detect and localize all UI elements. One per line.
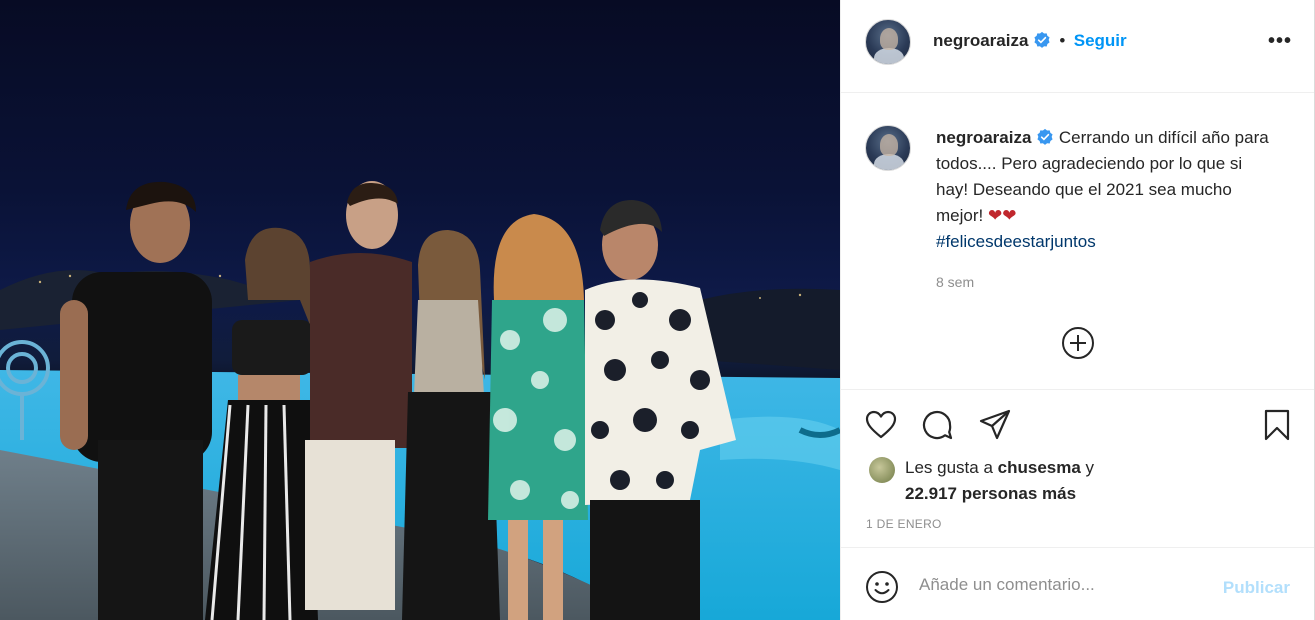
- family-photo-illustration: [0, 181, 840, 620]
- post-details-panel: negroaraiza • Seguir ••• negroaraiza Cer…: [840, 0, 1315, 620]
- caption: negroaraiza Cerrando un difícil año para…: [936, 125, 1276, 255]
- comment-icon[interactable]: [920, 408, 954, 442]
- likes-conjunction: y: [1085, 458, 1095, 477]
- post-header: negroaraiza • Seguir •••: [841, 0, 1314, 93]
- comment-input[interactable]: [919, 570, 1209, 600]
- publish-button[interactable]: Publicar: [1223, 578, 1290, 598]
- verified-badge-icon: [1037, 128, 1053, 145]
- caption-hearts: ❤❤: [987, 206, 1017, 225]
- share-icon[interactable]: [978, 408, 1012, 442]
- caption-author-username[interactable]: negroaraiza: [936, 128, 1031, 147]
- likes-summary: Les gusta a chusesma y 22.917 personas m…: [869, 455, 1094, 507]
- liker-username[interactable]: chusesma: [998, 458, 1081, 477]
- header-meta: negroaraiza • Seguir: [933, 31, 1127, 51]
- author-avatar[interactable]: [865, 19, 911, 65]
- caption-author-avatar[interactable]: [865, 125, 911, 171]
- heart-icon[interactable]: [864, 408, 898, 442]
- post-photo[interactable]: [0, 0, 840, 620]
- post-date[interactable]: 1 DE ENERO: [866, 517, 942, 531]
- author-username[interactable]: negroaraiza: [933, 31, 1028, 50]
- emoji-icon[interactable]: [865, 570, 899, 604]
- likes-count[interactable]: 22.917 personas más: [905, 484, 1076, 503]
- caption-hashtag[interactable]: #felicesdeestarjuntos: [936, 232, 1096, 251]
- load-more-comments-icon[interactable]: [1061, 326, 1095, 360]
- liker-avatar[interactable]: [869, 457, 895, 483]
- verified-badge-icon: [1034, 31, 1050, 48]
- comments-section: negroaraiza Cerrando un difícil año para…: [841, 93, 1314, 390]
- post-actions: Les gusta a chusesma y 22.917 personas m…: [841, 392, 1314, 548]
- follow-button[interactable]: Seguir: [1074, 31, 1127, 50]
- separator-dot: •: [1059, 31, 1066, 50]
- caption-time-ago: 8 sem: [936, 274, 975, 290]
- likes-prefix: Les gusta a: [905, 458, 993, 477]
- more-options-icon[interactable]: •••: [1268, 30, 1292, 53]
- add-comment-section: Publicar: [841, 548, 1314, 620]
- bookmark-icon[interactable]: [1260, 408, 1294, 442]
